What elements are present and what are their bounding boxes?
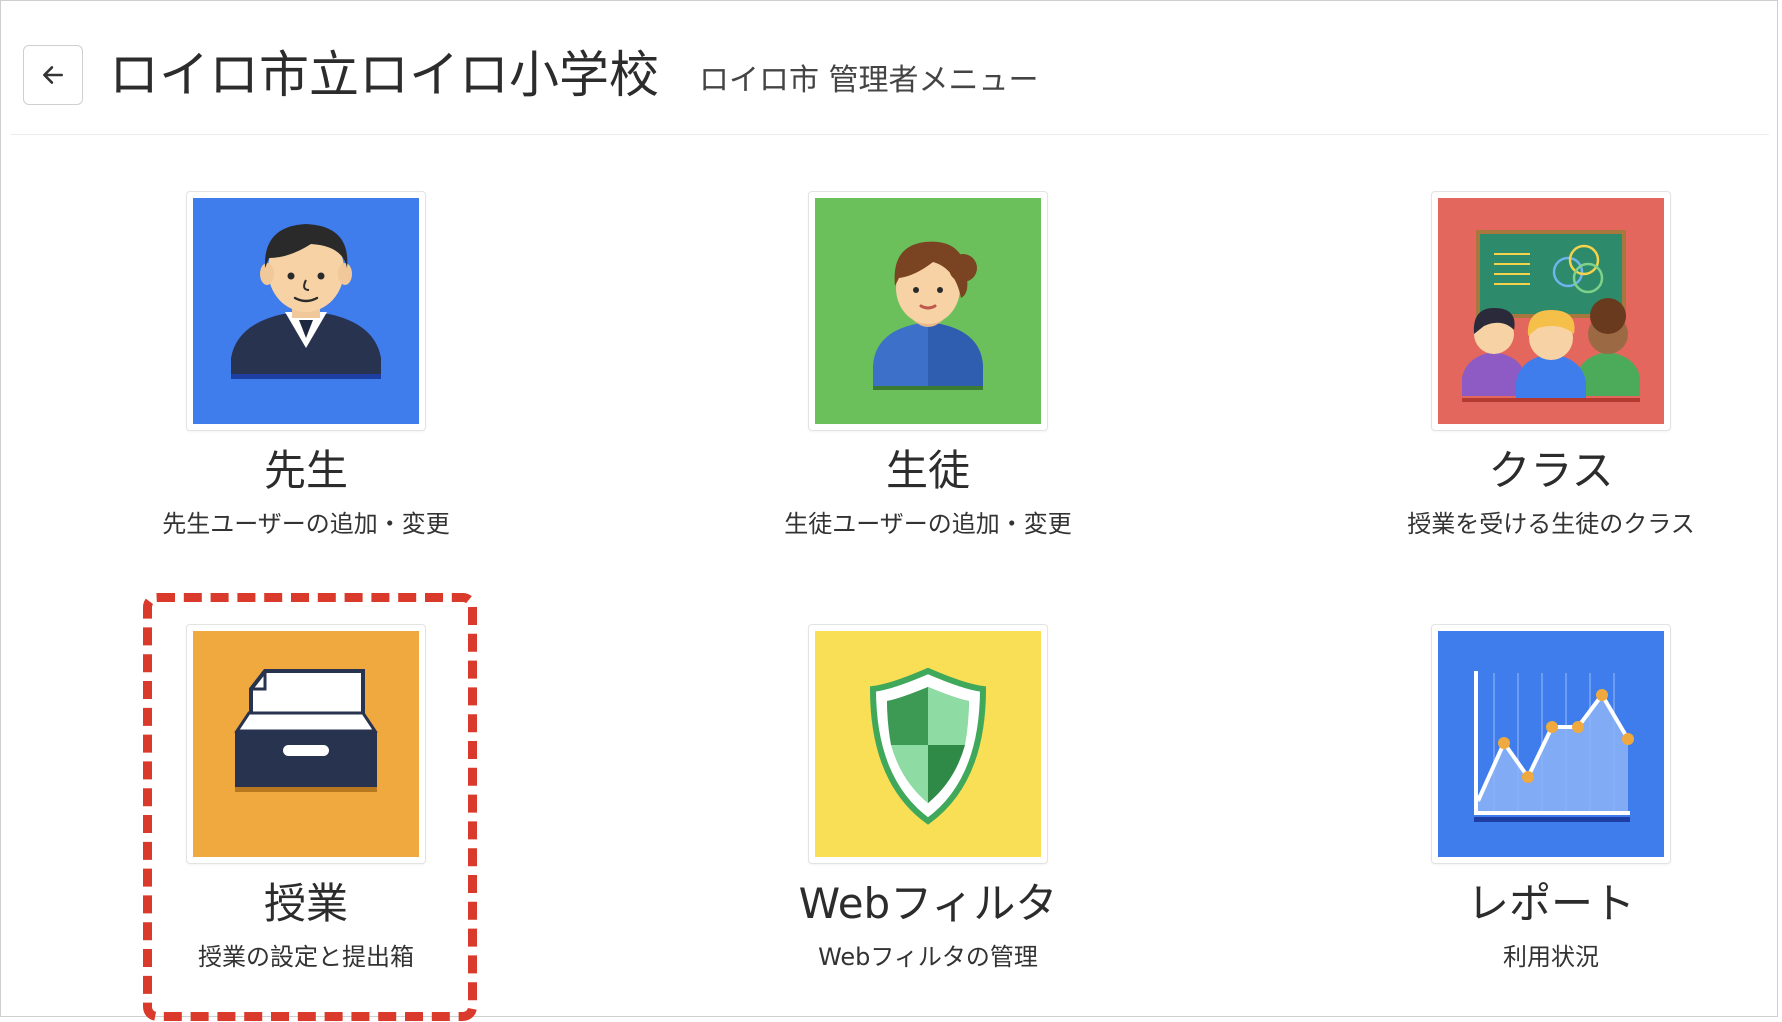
back-button[interactable]	[23, 45, 83, 105]
student-icon	[815, 198, 1041, 424]
tile-card[interactable]	[1431, 191, 1671, 431]
tile-description: Webフィルタの管理	[818, 943, 1038, 971]
page-subtitle: ロイロ市 管理者メニュー	[699, 63, 1039, 98]
tile-description: 利用状況	[1503, 943, 1599, 971]
tile-description: 授業を受ける生徒のクラス	[1407, 510, 1695, 538]
highlight-frame	[143, 593, 477, 1021]
tile-label: 生徒	[885, 446, 970, 495]
tile-report[interactable]: レポート 利用状況	[1371, 624, 1731, 972]
tile-web-filter[interactable]: Webフィルタ Webフィルタの管理	[748, 624, 1108, 972]
tile-card[interactable]	[808, 191, 1048, 431]
tile-label: 先生	[263, 446, 348, 495]
tile-label: クラス	[1488, 446, 1614, 495]
tile-description: 生徒ユーザーの追加・変更	[784, 510, 1072, 538]
tile-label: Webフィルタ	[798, 879, 1058, 928]
page-header: ロイロ市立ロイロ小学校 ロイロ市 管理者メニュー	[11, 1, 1769, 135]
tile-label: レポート	[1466, 879, 1635, 928]
tile-student[interactable]: 生徒 生徒ユーザーの追加・変更	[748, 191, 1108, 539]
tile-card[interactable]	[1431, 624, 1671, 864]
tile-card[interactable]	[808, 624, 1048, 864]
tile-card[interactable]	[186, 191, 426, 431]
tile-description: 先生ユーザーの追加・変更	[162, 510, 450, 538]
admin-menu-window: ロイロ市立ロイロ小学校 ロイロ市 管理者メニュー 先生 先生ユーザーの追加・変更…	[0, 0, 1778, 1021]
shield-icon	[815, 631, 1041, 857]
page-title: ロイロ市立ロイロ小学校	[109, 46, 659, 104]
tile-teacher[interactable]: 先生 先生ユーザーの追加・変更	[126, 191, 486, 539]
tile-class[interactable]: クラス 授業を受ける生徒のクラス	[1371, 191, 1731, 539]
class-icon	[1438, 198, 1664, 424]
arrow-left-icon	[43, 66, 63, 84]
report-chart-icon	[1438, 631, 1664, 857]
teacher-icon	[193, 198, 419, 424]
